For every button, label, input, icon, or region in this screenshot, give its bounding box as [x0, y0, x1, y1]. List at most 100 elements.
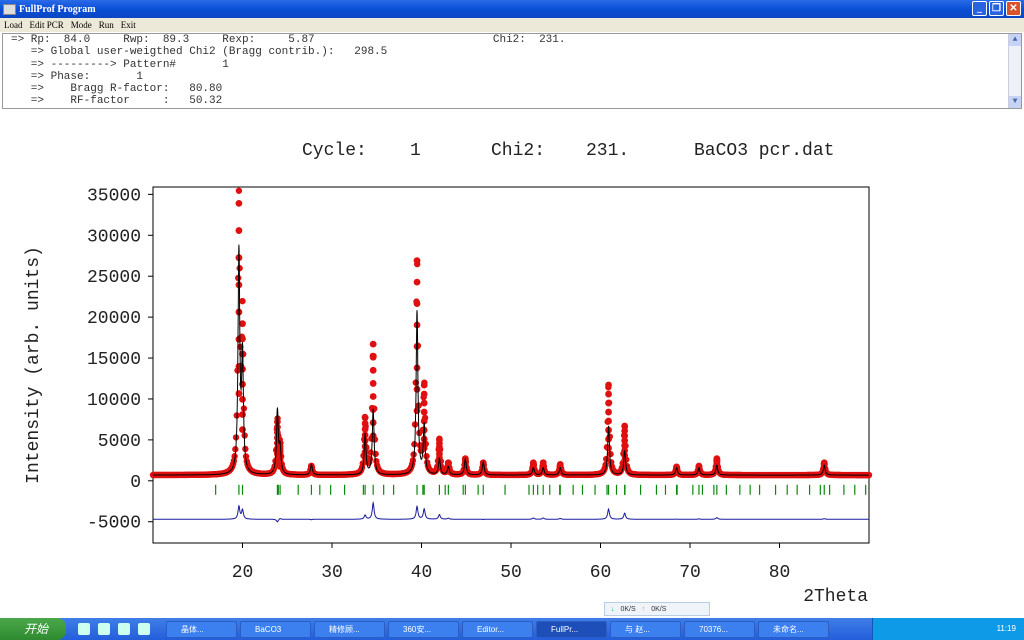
observed-point [621, 422, 629, 430]
clock[interactable]: 11:19 [997, 624, 1016, 633]
observed-point [556, 461, 564, 468]
observed-point [372, 450, 379, 458]
window-title: FullProf Program [19, 3, 96, 15]
console-line: => RF-factor : 50.32 [11, 95, 223, 108]
x-axis-label: 2Theta [803, 587, 868, 607]
y-tick-label: 30000 [87, 227, 141, 247]
observed-point [413, 343, 421, 350]
upload-arrow-icon: ↑ [641, 605, 646, 613]
observed-point [673, 463, 680, 471]
taskbar-item[interactable]: 与 赵... [610, 620, 681, 638]
observed-point [607, 450, 614, 458]
x-tick-label: 70 [679, 563, 701, 583]
bragg-reflections [215, 484, 867, 495]
x-tick-label: 30 [321, 563, 343, 583]
console-line: => Bragg R-factor: 80.80 [11, 83, 223, 96]
y-tick-label: 20000 [87, 309, 141, 329]
menu-run[interactable]: Run [99, 20, 114, 30]
observed-point [239, 395, 246, 403]
calculated-curve [153, 244, 869, 476]
observed-point [235, 390, 243, 397]
app-icon[interactable] [118, 623, 130, 635]
upload-speed: 0K/S [651, 605, 667, 613]
observed-point [420, 444, 428, 452]
download-arrow-icon: ↓ [611, 605, 615, 613]
observed-point [420, 390, 428, 398]
y-tick-label: 10000 [87, 391, 141, 411]
fullprof-app-icon [3, 3, 16, 15]
ie-icon[interactable] [98, 623, 110, 635]
observed-point [605, 408, 612, 416]
taskbar-item[interactable]: 晶体... [166, 620, 237, 638]
observed-point [605, 444, 612, 452]
observed-point [413, 278, 421, 286]
console-scrollbar[interactable]: ▲ ▼ [1008, 34, 1021, 108]
observed-point [413, 407, 421, 415]
difference-curve [153, 501, 869, 523]
console-line: => Rp: 84.0 Rwp: 89.3 Rexp: 5.87 Chi2: 2… [11, 34, 566, 46]
observed-point [444, 459, 452, 467]
taskbar: 开始 晶体... BaCO3 精修顾... 360安... Editor... … [0, 618, 1024, 640]
observed-point [235, 199, 243, 207]
taskbar-item[interactable]: Editor... [462, 620, 533, 638]
observed-point [602, 461, 609, 469]
observed-point [605, 417, 612, 425]
menu-load[interactable]: Load [4, 20, 23, 30]
download-speed: 0K/S [620, 605, 636, 613]
close-button[interactable]: ✕ [1006, 1, 1021, 16]
taskbar-item[interactable]: 360安... [388, 620, 459, 638]
observed-point [235, 187, 243, 194]
chi2-value: 231. [586, 141, 629, 161]
observed-point [235, 308, 243, 316]
observed-point [369, 393, 377, 400]
observed-point [361, 414, 369, 422]
y-tick-label: 0 [130, 473, 141, 493]
maximize-button[interactable]: ❐ [989, 1, 1004, 16]
observed-point [413, 257, 421, 265]
taskbar-item-fullprof[interactable]: FullPr... [536, 620, 607, 638]
y-tick-label: 35000 [87, 186, 141, 206]
menu-edit-pcr[interactable]: Edit PCR [30, 20, 64, 30]
cycle-value: 1 [410, 141, 421, 161]
console-line: => Global user-weigthed Chi2 (Bragg cont… [11, 46, 388, 59]
y-tick-label: 15000 [87, 350, 141, 370]
observed-point [369, 366, 377, 374]
menu-mode[interactable]: Mode [71, 20, 92, 30]
taskbar-item[interactable]: 70376... [684, 620, 755, 638]
observed-point [239, 411, 246, 418]
output-console[interactable]: => Rp: 84.0 Rwp: 89.3 Rexp: 5.87 Chi2: 2… [2, 33, 1022, 109]
observed-point [539, 459, 547, 467]
console-line: => Phase: 1 [11, 70, 144, 83]
observed-point [413, 364, 421, 372]
y-tick-label: 5000 [98, 432, 141, 452]
taskbar-item[interactable]: 精修顾... [314, 620, 385, 638]
x-tick-label: 60 [590, 563, 612, 583]
observed-point [713, 455, 721, 463]
show-desktop-icon[interactable] [78, 623, 90, 635]
observed-point [239, 297, 246, 305]
scroll-down-icon[interactable]: ▼ [1009, 96, 1021, 108]
app-icon[interactable] [138, 623, 150, 635]
file-name: BaCO3 pcr.dat [694, 141, 834, 161]
start-button[interactable]: 开始 [0, 618, 66, 640]
x-tick-label: 40 [411, 563, 433, 583]
cycle-label: Cycle: [302, 141, 367, 161]
observed-point [369, 432, 377, 440]
taskbar-item[interactable]: BaCO3 [240, 620, 311, 638]
y-tick-label: 25000 [87, 268, 141, 288]
title-bar: FullProf Program _ ❐ ✕ [0, 0, 1024, 18]
observed-point [423, 452, 430, 460]
menu-bar: Load Edit PCR Mode Run Exit [0, 18, 1024, 32]
observed-point [413, 385, 421, 393]
observed-point [605, 435, 612, 443]
observed-point [420, 408, 428, 416]
plot-frame [152, 186, 870, 544]
observed-point [239, 426, 246, 434]
x-tick-label: 20 [232, 563, 254, 583]
observed-point [420, 381, 428, 389]
observed-point [420, 435, 428, 443]
taskbar-item[interactable]: 未命名... [758, 620, 829, 638]
menu-exit[interactable]: Exit [121, 20, 136, 30]
scroll-up-icon[interactable]: ▲ [1009, 34, 1021, 46]
minimize-button[interactable]: _ [972, 1, 987, 16]
